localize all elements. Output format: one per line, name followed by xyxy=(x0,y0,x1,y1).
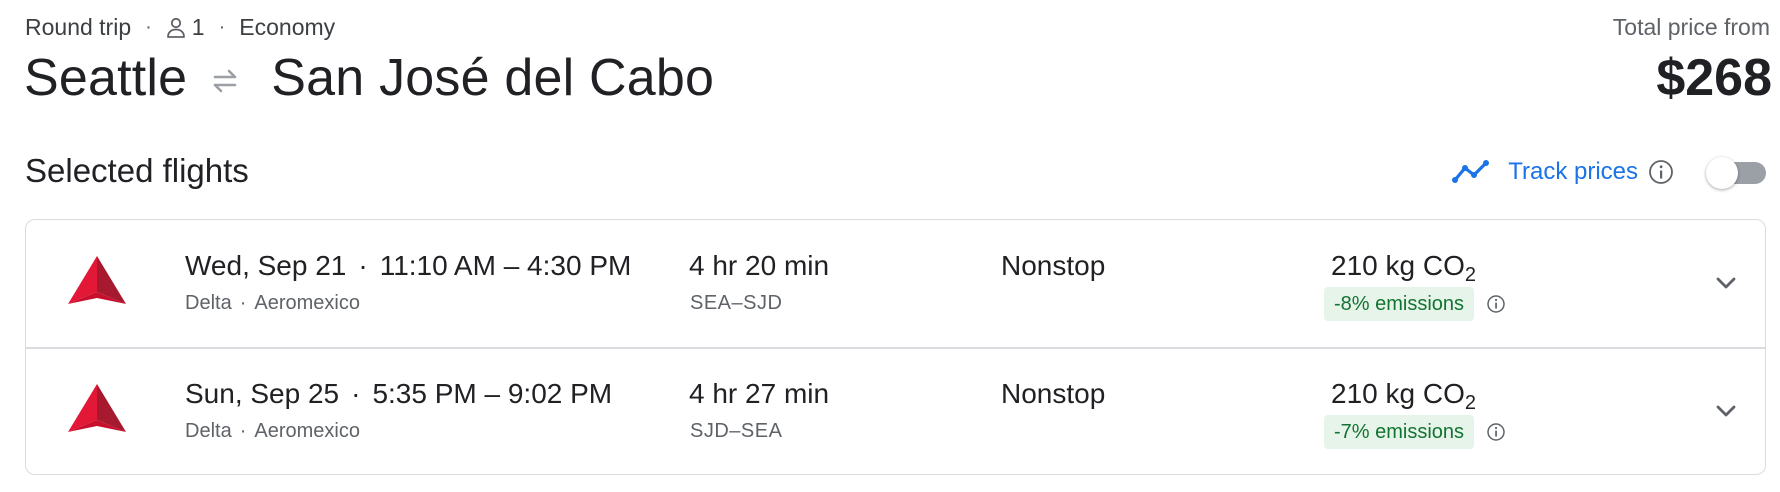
swap-arrows-icon xyxy=(207,63,243,99)
co2-value: 210 kg CO xyxy=(1331,250,1465,281)
flight-airports: SJD–SEA xyxy=(690,420,783,442)
flight-summary-page: Round trip · 1 · Economy Seattle San Jos… xyxy=(0,0,1780,492)
co2-value: 210 kg CO xyxy=(1331,378,1465,409)
emissions-badge: -8% emissions xyxy=(1324,287,1475,321)
passenger-count[interactable]: 1 xyxy=(192,14,205,41)
meta-separator: · xyxy=(145,16,152,38)
cabin-class[interactable]: Economy xyxy=(239,14,335,41)
flight-airlines: Delta · Aeromexico xyxy=(185,292,360,315)
chevron-down-icon[interactable] xyxy=(1711,396,1741,426)
selected-flights-card: Wed, Sep 21 · 11:10 AM – 4:30 PM Delta · Aer… xyxy=(25,219,1766,475)
delta-logo-icon xyxy=(68,384,126,432)
co2-subscript: 2 xyxy=(1464,392,1476,414)
track-prices-control: Track prices xyxy=(1452,157,1766,189)
operator-name: Aeromexico xyxy=(254,292,360,314)
route-title: Seattle San José del Cabo xyxy=(24,48,714,108)
airline-separator: · xyxy=(239,420,247,442)
meta-separator: · xyxy=(218,16,226,38)
flight-duration: 4 hr 20 min xyxy=(689,250,830,281)
emissions-info-icon[interactable] xyxy=(1486,422,1506,442)
trip-meta: Round trip · 1 · Economy xyxy=(25,14,335,41)
delta-logo-icon xyxy=(68,256,126,304)
flight-date: Sun, Sep 25 xyxy=(185,378,340,409)
flight-stops: Nonstop xyxy=(1001,250,1106,281)
destination-city: San José del Cabo xyxy=(271,49,715,107)
total-price: $268 xyxy=(1656,49,1772,107)
flight-airports: SEA–SJD xyxy=(690,292,783,314)
times-separator: · xyxy=(351,378,361,409)
trend-line-icon[interactable] xyxy=(1452,158,1492,186)
emissions-badge: -7% emissions xyxy=(1324,415,1475,449)
track-prices-toggle[interactable] xyxy=(1706,157,1766,189)
flight-row-outbound[interactable]: Wed, Sep 21 · 11:10 AM – 4:30 PM Delta · Aer… xyxy=(26,220,1765,347)
origin-city: Seattle xyxy=(24,49,188,107)
flight-duration: 4 hr 27 min xyxy=(689,378,830,409)
track-prices-label[interactable]: Track prices xyxy=(1508,158,1638,186)
flight-stops: Nonstop xyxy=(1001,378,1106,409)
toggle-knob xyxy=(1706,157,1738,189)
flight-times: Sun, Sep 25 · 5:35 PM – 9:02 PM xyxy=(185,378,612,410)
times-separator: · xyxy=(358,250,368,281)
chevron-down-icon[interactable] xyxy=(1711,268,1741,298)
operator-name: Aeromexico xyxy=(254,420,360,442)
co2-subscript: 2 xyxy=(1464,264,1476,286)
selected-flights-heading: Selected flights xyxy=(25,152,249,189)
flight-time-range: 11:10 AM – 4:30 PM xyxy=(379,250,632,281)
person-icon xyxy=(166,17,186,39)
flight-times: Wed, Sep 21 · 11:10 AM – 4:30 PM xyxy=(185,250,631,282)
trip-type[interactable]: Round trip xyxy=(25,14,131,41)
info-icon[interactable] xyxy=(1648,159,1674,185)
flight-time-range: 5:35 PM – 9:02 PM xyxy=(372,378,613,409)
airline-name: Delta xyxy=(185,292,232,314)
co2-emissions: 210 kg CO2 xyxy=(1331,378,1476,415)
emissions-info-icon[interactable] xyxy=(1486,294,1506,314)
flight-date: Wed, Sep 21 xyxy=(185,250,347,281)
total-price-label: Total price from xyxy=(1612,14,1770,40)
airline-separator: · xyxy=(239,292,247,314)
airline-name: Delta xyxy=(185,420,232,442)
co2-emissions: 210 kg CO2 xyxy=(1331,250,1476,287)
flight-airlines: Delta · Aeromexico xyxy=(185,420,360,443)
flight-row-return[interactable]: Sun, Sep 25 · 5:35 PM – 9:02 PM Delta · Aero… xyxy=(26,348,1765,475)
